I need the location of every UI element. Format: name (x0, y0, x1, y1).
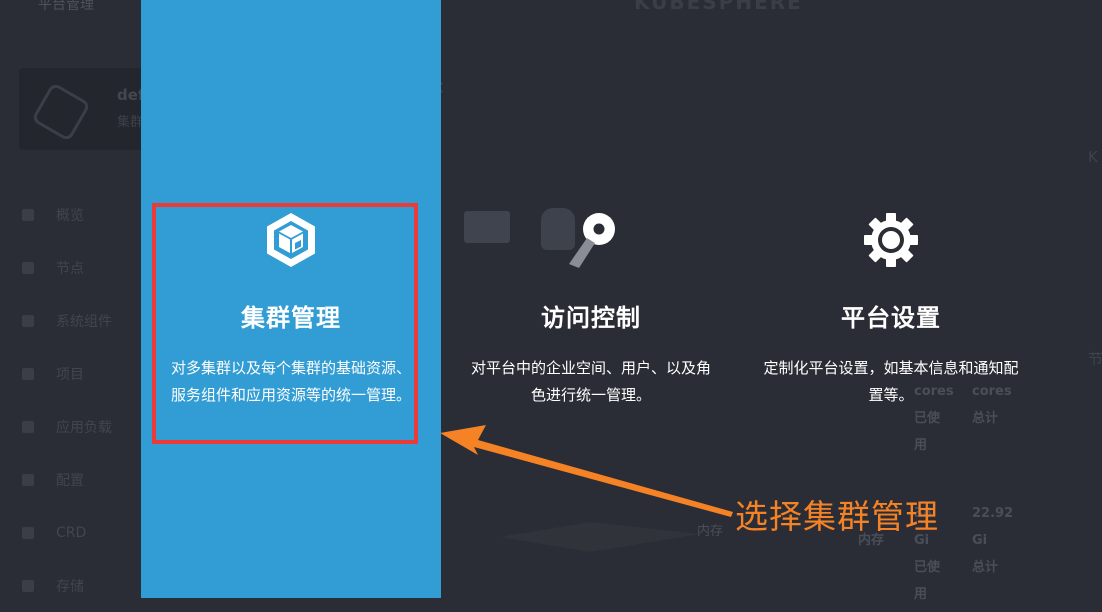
sidebar-item-label: 应用负载 (56, 419, 112, 436)
storage-icon (22, 579, 34, 592)
nodes-icon (22, 261, 34, 274)
platform-settings-description: 定制化平台设置，如基本信息和通知配置等。 (763, 359, 1019, 404)
breadcrumb: 平台管理 (38, 0, 94, 13)
key-icon (569, 213, 615, 268)
projects-icon (22, 367, 34, 380)
sidebar-item-label: 概览 (56, 207, 84, 224)
sidebar-item-label: CRD (56, 524, 87, 541)
cluster-subtitle: 集群 (117, 115, 144, 130)
sidebar-item-label: 节点 (56, 260, 84, 277)
sidebar-item-overview: 概览 (22, 188, 112, 241)
components-icon (22, 314, 34, 327)
sidebar: 概览 节点 系统组件 项目 应用负载 配置 CRD 存储 (22, 188, 112, 612)
sidebar-item-label: 系统组件 (56, 313, 112, 330)
cluster-hex-icon (30, 81, 92, 143)
kubesphere-logo: KUBESPHERE (634, 0, 803, 14)
sidebar-item-config: 配置 (22, 453, 112, 506)
memory-total-stat: 22.92 Gi 总计 (972, 506, 1014, 575)
sidebar-item-components: 系统组件 (22, 294, 112, 347)
sidebar-item-projects: 项目 (22, 347, 112, 400)
sidebar-item-nodes: 节点 (22, 241, 112, 294)
chart-shape (500, 522, 700, 552)
platform-settings-title: 平台设置 (841, 304, 941, 332)
sidebar-item-workloads: 应用负载 (22, 400, 112, 453)
kubesphere-cube-icon (267, 213, 315, 267)
config-icon (22, 473, 34, 486)
sidebar-item-label: 配置 (56, 472, 84, 489)
access-control-description: 对平台中的企业空间、用户、以及角色进行统一管理。 (470, 359, 711, 404)
cluster-card: defau 集群 (19, 68, 165, 150)
memory-label: 内存 (697, 524, 724, 539)
sidebar-item-label: 项目 (56, 366, 84, 383)
annotation-label: 选择集群管理 (735, 497, 939, 536)
access-control-title: 访问控制 (541, 304, 641, 332)
access-control-card[interactable]: 访问控制 对平台中的企业空间、用户、以及角色进行统一管理。 (441, 210, 741, 409)
cluster-management-title: 集群管理 (241, 304, 341, 332)
workloads-icon (22, 420, 34, 433)
sidebar-item-label: 存储 (56, 578, 84, 595)
sidebar-item-storage: 存储 (22, 559, 112, 612)
platform-settings-card[interactable]: 平台设置 定制化平台设置，如基本信息和通知配置等。 (741, 210, 1041, 409)
cluster-management-card[interactable]: 集群管理 对多集群以及每个集群的基础资源、服务组件和应用资源等的统一管理。 (141, 210, 441, 409)
cluster-management-description: 对多集群以及每个集群的基础资源、服务组件和应用资源等的统一管理。 (170, 359, 411, 404)
overview-icon (22, 208, 34, 221)
right-edge-label: K (1088, 148, 1098, 166)
crd-icon (22, 526, 34, 539)
sidebar-item-crd: CRD (22, 506, 112, 559)
gear-icon (864, 213, 918, 267)
right-edge-label: 节 (1088, 350, 1102, 368)
